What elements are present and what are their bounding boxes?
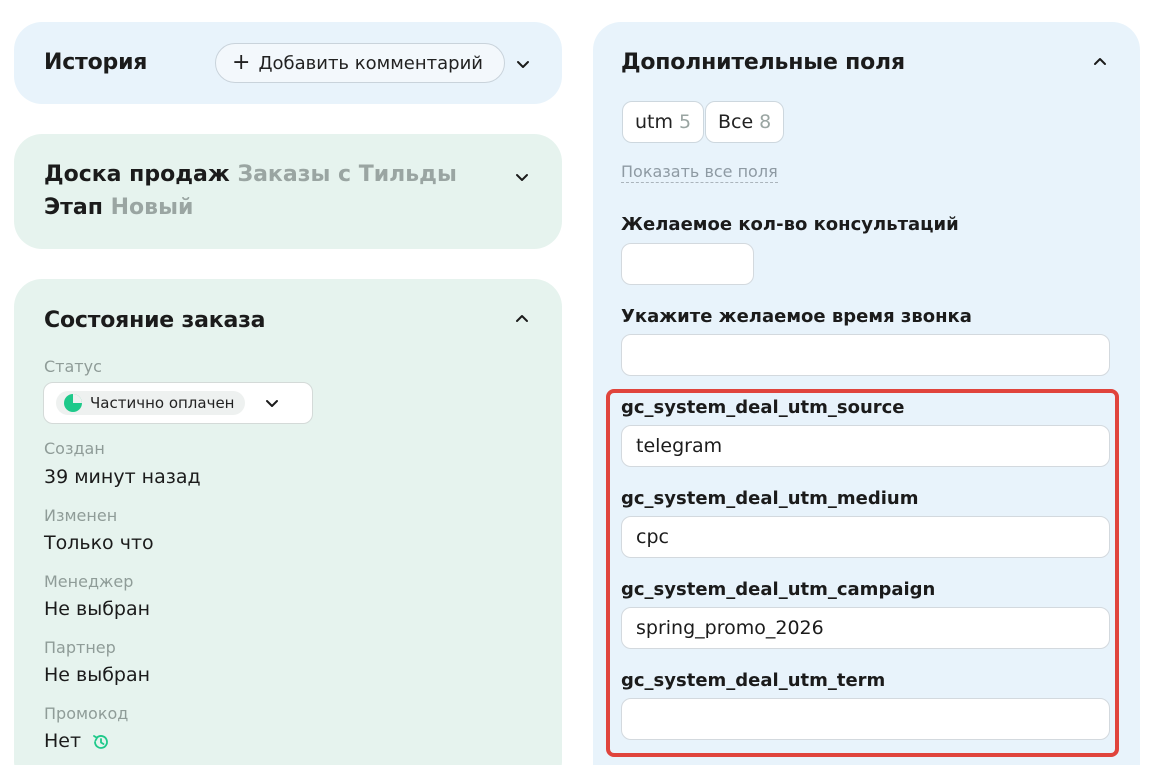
chip-count: 5: [679, 111, 692, 133]
call-time-input[interactable]: [621, 334, 1110, 376]
history-title: История: [44, 50, 148, 75]
history-icon[interactable]: [91, 732, 111, 752]
modified-value: Только что: [44, 532, 154, 554]
partner-label: Партнер: [44, 638, 116, 657]
modified-label: Изменен: [44, 506, 118, 525]
order-state-card: Состояние заказа Статус Частично оплачен…: [14, 279, 562, 765]
sales-board-card: Доска продаж Заказы с Тильды Этап Новый: [14, 134, 562, 249]
add-comment-button[interactable]: + Добавить комментарий: [215, 43, 505, 83]
filter-chip-utm[interactable]: utm 5: [622, 101, 705, 143]
board-value: Заказы с Тильды: [237, 162, 457, 187]
stage-value: Новый: [110, 195, 194, 220]
extra-fields-title: Дополнительные поля: [621, 50, 905, 75]
chevron-up-icon[interactable]: [1091, 53, 1109, 71]
chevron-up-icon[interactable]: [513, 310, 531, 328]
manager-value[interactable]: Не выбран: [44, 598, 150, 620]
add-comment-label: Добавить комментарий: [258, 52, 483, 74]
created-label: Создан: [44, 439, 105, 458]
show-all-fields-link[interactable]: Показать все поля: [621, 162, 778, 183]
stage-label: Этап: [44, 195, 103, 220]
board-line: Доска продаж Заказы с Тильды: [44, 162, 457, 187]
status-indicator-icon: [64, 394, 82, 412]
promo-row: Нет: [44, 730, 111, 752]
filter-chip-all[interactable]: Все 8: [705, 101, 785, 143]
chip-count: 8: [759, 111, 772, 133]
history-card: История + Добавить комментарий: [14, 22, 562, 104]
promo-label: Промокод: [44, 704, 129, 723]
plus-icon: +: [232, 50, 251, 75]
created-value: 39 минут назад: [44, 466, 201, 488]
partner-value[interactable]: Не выбран: [44, 664, 150, 686]
consultations-count-input[interactable]: [621, 243, 754, 285]
promo-value: Нет: [44, 730, 82, 752]
order-state-title: Состояние заказа: [44, 308, 266, 333]
board-label: Доска продаж: [44, 162, 230, 187]
chip-label: Все: [718, 111, 754, 133]
chip-label: utm: [635, 111, 673, 133]
chevron-down-icon[interactable]: [513, 168, 531, 186]
utm-fields-highlight: [606, 389, 1119, 757]
chevron-down-icon[interactable]: [514, 55, 532, 73]
status-select[interactable]: Частично оплачен: [43, 382, 313, 424]
field-label: Желаемое кол-во консультаций: [621, 214, 959, 235]
stage-line: Этап Новый: [44, 195, 193, 220]
status-badge: Частично оплачен: [56, 391, 245, 415]
manager-label: Менеджер: [44, 572, 134, 591]
status-value: Частично оплачен: [90, 394, 235, 412]
status-label: Статус: [44, 357, 102, 376]
chevron-down-icon: [263, 394, 281, 412]
field-label: Укажите желаемое время звонка: [621, 306, 972, 327]
